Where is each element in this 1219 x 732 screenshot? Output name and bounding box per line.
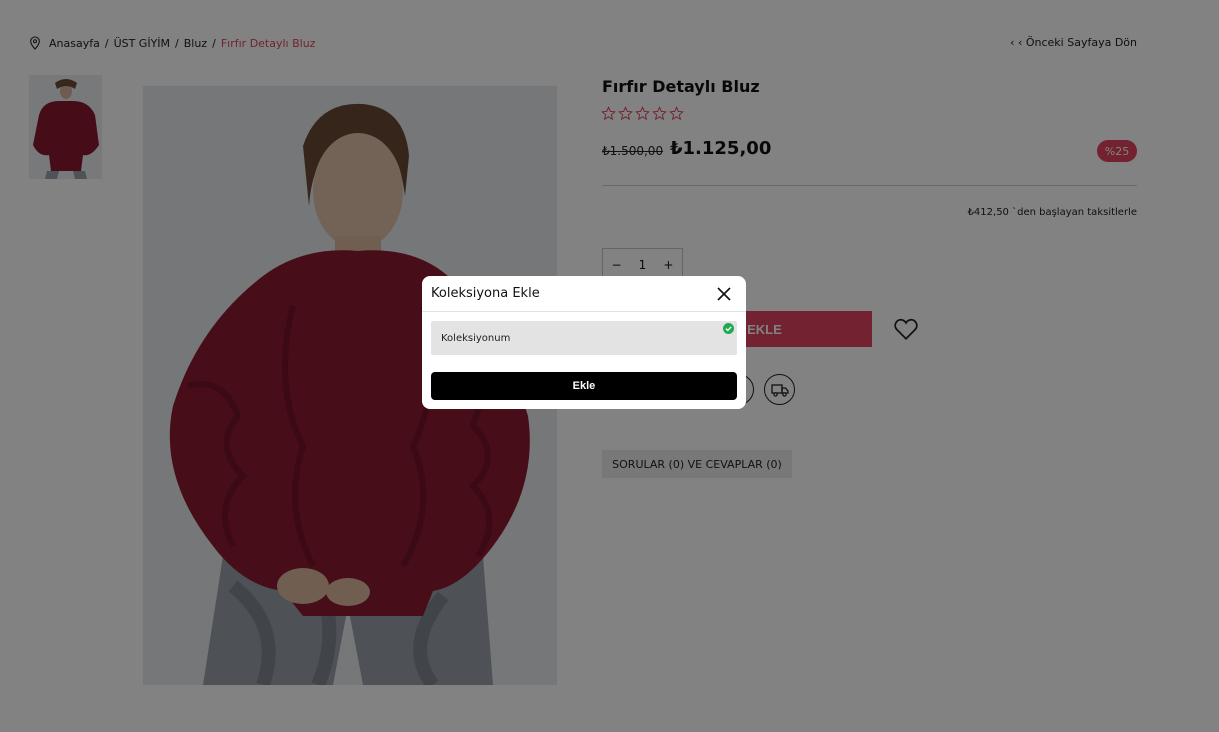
collection-name: Koleksiyonum bbox=[441, 332, 511, 344]
add-to-collection-modal: Koleksiyona Ekle Koleksiyonum Ekle bbox=[422, 276, 746, 409]
modal-add-button[interactable]: Ekle bbox=[431, 372, 737, 400]
close-icon[interactable] bbox=[716, 286, 732, 302]
check-circle-icon bbox=[723, 323, 734, 334]
modal-header: Koleksiyona Ekle bbox=[422, 276, 746, 312]
collection-option[interactable]: Koleksiyonum bbox=[431, 321, 737, 355]
modal-title: Koleksiyona Ekle bbox=[431, 286, 540, 301]
